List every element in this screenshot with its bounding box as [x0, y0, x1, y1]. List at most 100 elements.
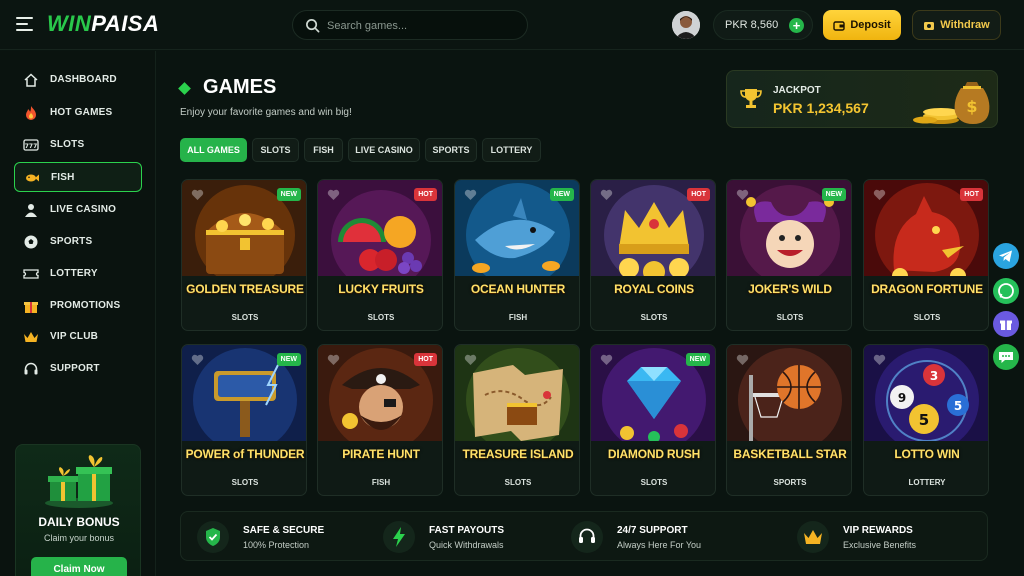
game-title: LOTTO WIN — [894, 447, 960, 461]
status-badge: HOT — [414, 188, 437, 201]
fish-icon — [26, 174, 39, 182]
game-title: LUCKY FRUITS — [338, 282, 424, 296]
game-category: SLOTS — [776, 313, 804, 322]
filter-live-casino[interactable]: LIVE CASINO — [348, 138, 420, 162]
gift-icon[interactable] — [993, 311, 1019, 337]
bonus-subtitle: Claim your bonus — [43, 533, 115, 543]
svg-text:777: 777 — [25, 143, 38, 150]
game-title: DIAMOND RUSH — [607, 447, 701, 461]
game-category: SPORTS — [773, 478, 807, 487]
game-card[interactable]: HOT LUCKY FRUITS SLOTS — [317, 179, 443, 331]
sidebar-item-vip-club[interactable]: VIP CLUB — [14, 322, 142, 352]
game-title: TREASURE ISLAND — [462, 447, 574, 461]
status-badge: NEW — [276, 188, 301, 201]
svg-text:5: 5 — [954, 399, 962, 413]
sidebar-item-slots[interactable]: 777 SLOTS — [14, 130, 142, 160]
game-card[interactable]: NEW OCEAN HUNTER FISH — [454, 179, 580, 331]
sidebar-item-promotions[interactable]: PROMOTIONS — [14, 291, 142, 321]
game-card[interactable]: HOT DRAGON FORTUNE SLOTS — [863, 179, 989, 331]
game-category: SLOTS — [913, 313, 941, 322]
game-card[interactable]: NEW GOLDEN TREASURE SLOTS — [181, 179, 307, 331]
game-card[interactable]: BASKETBALL STAR SPORTS — [726, 344, 852, 496]
game-title: GOLDEN TREASURE — [186, 282, 304, 296]
favorite-heart-icon[interactable] — [464, 354, 477, 366]
brand-logo[interactable]: WINPAISA — [47, 11, 159, 37]
chat-icon[interactable] — [993, 344, 1019, 370]
search-bar — [292, 10, 528, 40]
status-badge: NEW — [685, 353, 710, 366]
wallet-icon — [833, 20, 846, 31]
gift-boxes-icon — [45, 455, 113, 508]
game-card[interactable]: NEW JOKER'S WILD SLOTS — [726, 179, 852, 331]
headset-icon — [24, 362, 38, 375]
sidebar-item-sports[interactable]: SPORTS — [14, 227, 142, 257]
telegram-icon[interactable] — [993, 243, 1019, 269]
gift-icon — [24, 302, 38, 313]
favorite-heart-icon[interactable] — [736, 189, 749, 201]
favorite-heart-icon[interactable] — [736, 354, 749, 366]
game-category: SLOTS — [640, 478, 668, 487]
favorite-heart-icon[interactable] — [600, 354, 613, 366]
game-category: SLOTS — [231, 478, 259, 487]
jackpot-label: JACKPOT — [773, 85, 821, 96]
avatar[interactable] — [672, 11, 700, 39]
game-title: ROYAL COINS — [614, 282, 694, 296]
favorite-heart-icon[interactable] — [873, 354, 886, 366]
dealer-icon — [25, 204, 37, 217]
game-title: POWER of THUNDER — [185, 447, 305, 461]
game-card[interactable]: TREASURE ISLAND SLOTS — [454, 344, 580, 496]
filter-slots[interactable]: SLOTS — [252, 138, 299, 162]
status-badge: HOT — [414, 353, 437, 366]
favorite-heart-icon[interactable] — [191, 354, 204, 366]
bonus-title: DAILY BONUS — [38, 515, 120, 529]
favorite-heart-icon[interactable] — [327, 354, 340, 366]
sidebar-item-fish[interactable]: FISH — [14, 162, 142, 192]
svg-text:9: 9 — [898, 391, 906, 405]
game-category: LOTTERY — [908, 478, 946, 487]
sidebar-item-hot-games[interactable]: HOT GAMES — [14, 98, 142, 128]
game-card[interactable]: NEW DIAMOND RUSH SLOTS — [590, 344, 716, 496]
game-title: JOKER'S WILD — [748, 282, 832, 296]
game-category: SLOTS — [640, 313, 668, 322]
game-title: DRAGON FORTUNE — [871, 282, 983, 296]
search-input[interactable] — [327, 17, 517, 35]
game-title: BASKETBALL STAR — [733, 447, 847, 461]
filter-fish[interactable]: FISH — [304, 138, 343, 162]
page-title: GAMES — [203, 76, 277, 98]
jackpot-banner[interactable]: JACKPOT PKR 1,234,567 $ — [726, 70, 998, 128]
sidebar-item-live-casino[interactable]: LIVE CASINO — [14, 195, 142, 225]
top-header: WINPAISA PKR 8,560 + Deposit Withdraw — [0, 0, 1024, 50]
fire-icon — [26, 106, 36, 120]
status-badge: NEW — [549, 188, 574, 201]
game-category: FISH — [508, 313, 528, 322]
game-card[interactable]: HOT ROYAL COINS SLOTS — [590, 179, 716, 331]
favorite-heart-icon[interactable] — [873, 189, 886, 201]
filter-lottery[interactable]: LOTTERY — [482, 138, 541, 162]
svg-text:5: 5 — [919, 411, 929, 429]
sidebar-item-support[interactable]: SUPPORT — [14, 354, 142, 384]
daily-bonus-card: DAILY BONUS Claim your bonus Claim Now — [15, 444, 141, 576]
filter-all-games[interactable]: ALL GAMES — [180, 138, 247, 162]
menu-icon[interactable] — [16, 17, 33, 31]
add-funds-button[interactable]: + — [789, 18, 804, 33]
withdraw-button[interactable]: Withdraw — [912, 10, 1001, 40]
sidebar-item-dashboard[interactable]: DASHBOARD — [14, 65, 142, 95]
game-category: SLOTS — [367, 313, 395, 322]
sidebar-item-lottery[interactable]: LOTTERY — [14, 259, 142, 289]
favorite-heart-icon[interactable] — [191, 189, 204, 201]
game-card[interactable]: 9 3 5 5 LOTTO WIN LOTTERY — [863, 344, 989, 496]
crown-icon — [24, 332, 38, 342]
claim-now-button[interactable]: Claim Now — [31, 557, 127, 576]
favorite-heart-icon[interactable] — [464, 189, 477, 201]
money-bag-icon: $ — [913, 82, 990, 124]
favorite-heart-icon[interactable] — [327, 189, 340, 201]
ticket-icon — [23, 269, 39, 279]
game-card[interactable]: NEW POWER of THUNDER SLOTS — [181, 344, 307, 496]
filter-sports[interactable]: SPORTS — [425, 138, 477, 162]
game-card[interactable]: HOT PIRATE HUNT FISH — [317, 344, 443, 496]
deposit-button[interactable]: Deposit — [823, 10, 901, 40]
status-badge: NEW — [821, 188, 846, 201]
jackpot-amount: PKR 1,234,567 — [773, 100, 869, 116]
whatsapp-icon[interactable] — [993, 278, 1019, 304]
favorite-heart-icon[interactable] — [600, 189, 613, 201]
